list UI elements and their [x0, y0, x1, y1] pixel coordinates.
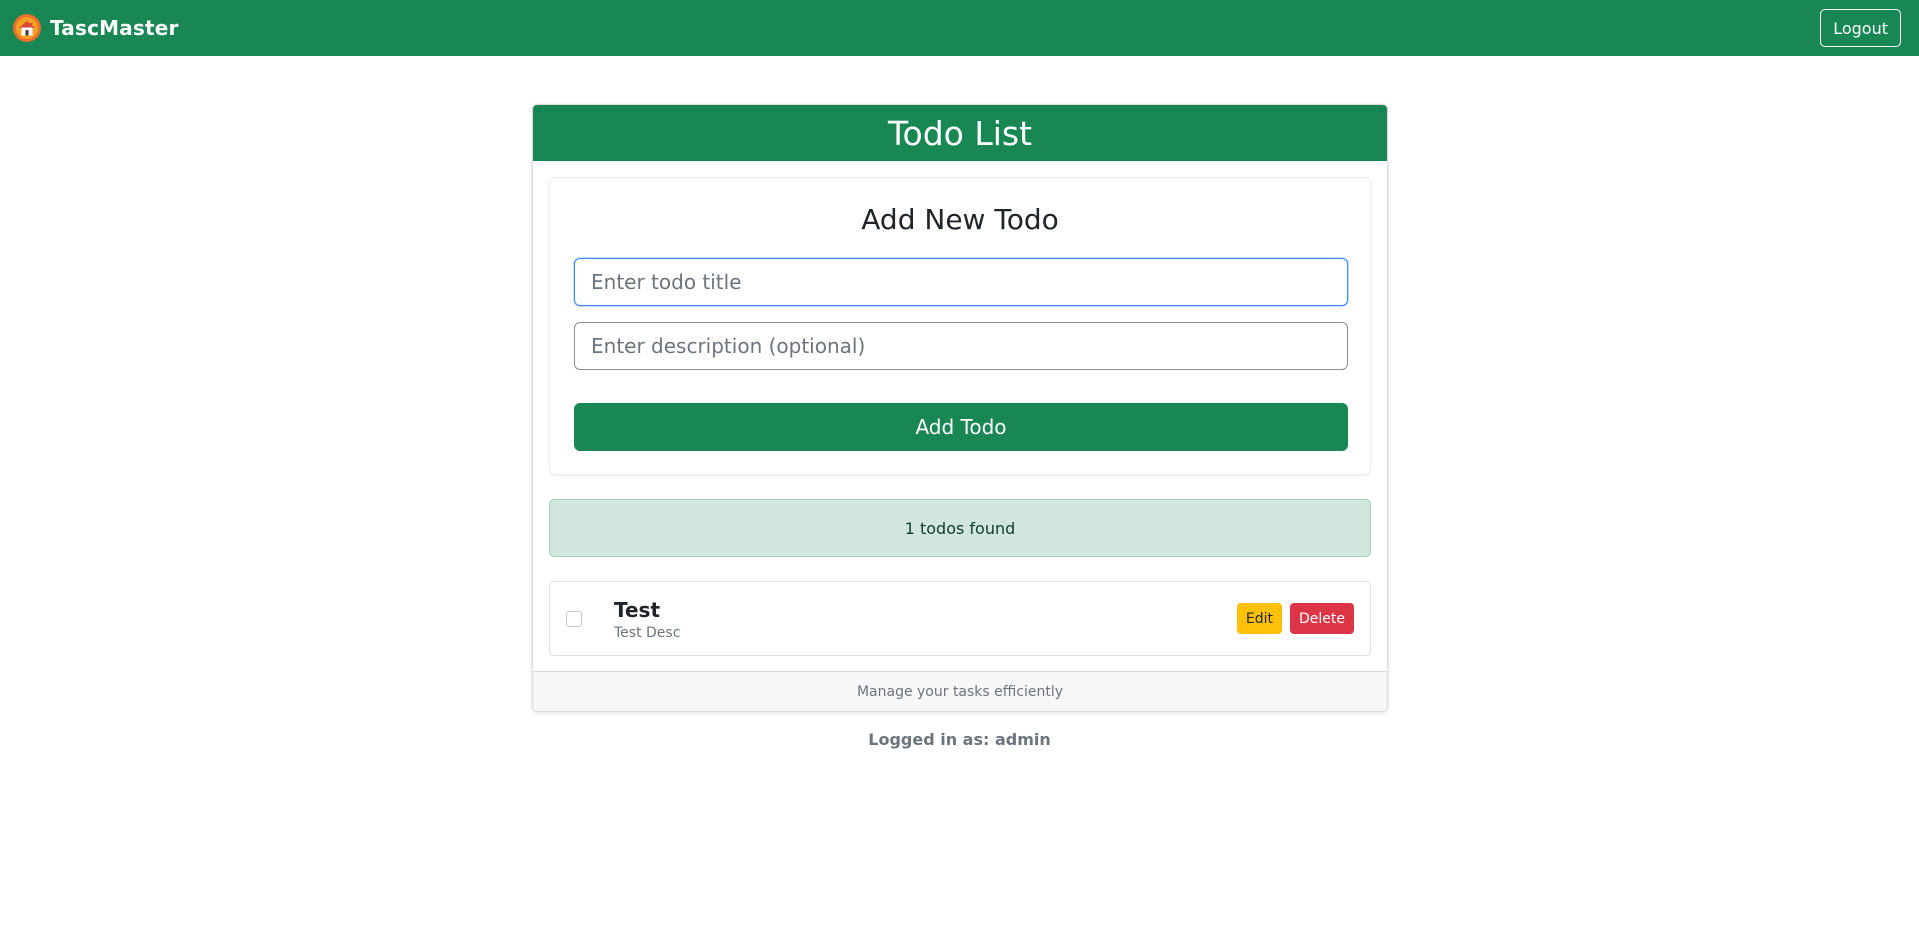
- todo-card: Todo List Add New Todo Add Todo 1 todos …: [532, 104, 1388, 712]
- card-title: Todo List: [533, 105, 1387, 161]
- brand-name: TascMaster: [50, 16, 179, 40]
- card-footer: Manage your tasks efficiently: [533, 671, 1387, 711]
- brand-link[interactable]: TascMaster: [12, 13, 179, 43]
- add-todo-button[interactable]: Add Todo: [574, 403, 1348, 451]
- logout-button[interactable]: Logout: [1820, 9, 1901, 47]
- edit-todo-button[interactable]: Edit: [1236, 603, 1282, 634]
- todo-complete-checkbox[interactable]: [566, 610, 582, 627]
- add-todo-form: Add New Todo Add Todo: [549, 177, 1371, 475]
- delete-todo-button[interactable]: Delete: [1290, 603, 1354, 634]
- todo-title-input[interactable]: [574, 258, 1348, 306]
- todo-description-input[interactable]: [574, 322, 1348, 370]
- form-heading: Add New Todo: [861, 203, 1059, 236]
- todo-title: Test: [614, 597, 661, 622]
- logged-in-status: Logged in as: admin: [868, 730, 1051, 749]
- todo-count-alert: 1 todos found: [549, 499, 1371, 557]
- todo-description: Test Desc: [614, 624, 681, 641]
- card-body: Add New Todo Add Todo 1 todos found Test…: [533, 161, 1387, 676]
- house-logo-icon: [13, 14, 41, 42]
- todo-text: Test Test Desc: [614, 597, 1237, 641]
- top-navbar: TascMaster Logout: [0, 0, 1919, 56]
- list-item: Test Test Desc Edit Delete: [549, 581, 1371, 656]
